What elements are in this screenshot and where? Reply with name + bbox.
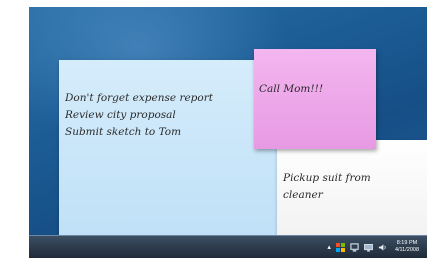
clock-date: 4/11/2008 <box>394 247 419 253</box>
show-hidden-icons-icon[interactable]: ▴ <box>327 243 331 251</box>
sticky-note-pink[interactable]: Call Mom!!! <box>254 49 376 149</box>
system-tray: ▴ 8:19 PM 4/11/2008 <box>327 236 419 258</box>
display-icon[interactable] <box>364 243 373 252</box>
note-line: cleaner <box>283 189 323 201</box>
network-icon[interactable] <box>350 242 359 252</box>
clock-time: 8:19 PM <box>396 240 418 246</box>
taskbar-clock[interactable]: 8:19 PM 4/11/2008 <box>395 240 419 254</box>
desktop-screen: Don't forget expense report Review city … <box>29 7 427 258</box>
action-center-flag-icon[interactable] <box>335 242 345 252</box>
note-line: Pickup suit from <box>283 172 371 184</box>
volume-icon[interactable] <box>378 243 387 252</box>
taskbar: ▴ 8:19 PM 4/11/2008 <box>29 235 427 258</box>
sticky-note-white[interactable]: Pickup suit from cleaner <box>277 140 427 244</box>
note-line: Call Mom!!! <box>259 83 324 95</box>
